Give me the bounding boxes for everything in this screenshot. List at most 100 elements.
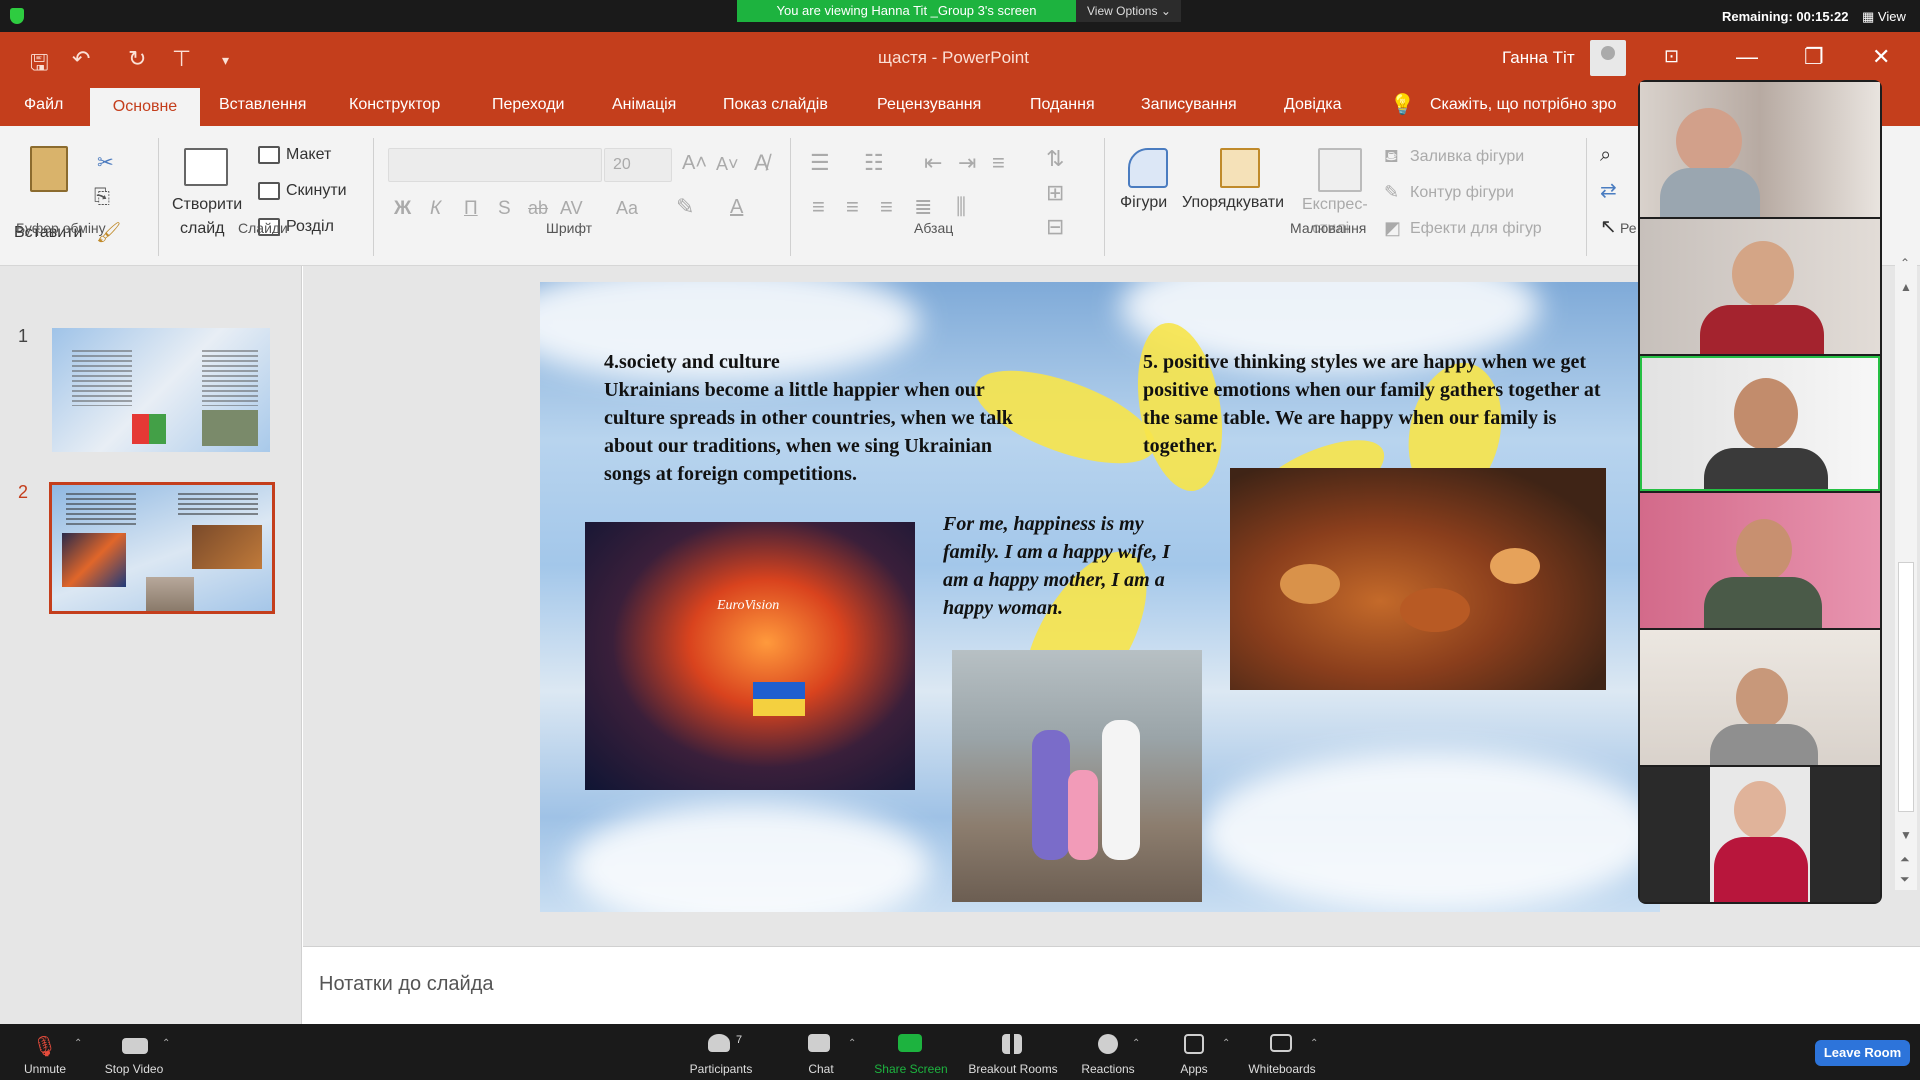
tab-design[interactable]: Конструктор — [349, 96, 440, 114]
tab-view[interactable]: Подання — [1030, 96, 1095, 114]
tab-review[interactable]: Рецензування — [877, 96, 981, 114]
tab-help[interactable]: Довідка — [1284, 96, 1342, 114]
font-family-dropdown[interactable] — [388, 148, 602, 182]
tab-animations[interactable]: Анімація — [612, 96, 676, 114]
quick-styles-label-1[interactable]: Експрес- — [1302, 196, 1368, 214]
new-slide-label-1[interactable]: Створити — [172, 196, 242, 214]
font-color-icon[interactable]: A — [730, 196, 743, 219]
participant-video[interactable] — [1640, 493, 1880, 628]
increase-indent-icon[interactable]: ⇥ — [958, 150, 976, 176]
save-icon[interactable]: 🖫 — [30, 46, 49, 84]
participant-video[interactable] — [1640, 82, 1880, 217]
char-spacing-button[interactable]: AV — [560, 198, 583, 219]
user-name[interactable]: Ганна Тіт — [1502, 48, 1575, 68]
reactions-icon[interactable] — [1098, 1034, 1118, 1054]
section-button[interactable]: Розділ — [286, 218, 334, 236]
fill-icon[interactable]: ⛾ — [1384, 146, 1399, 170]
chevron-up-icon[interactable]: ⌃ — [1132, 1038, 1140, 1049]
previous-slide-icon[interactable]: ⏶ — [1900, 852, 1910, 867]
outline-icon[interactable]: ✎ — [1384, 182, 1399, 203]
view-button[interactable]: ▦ View — [1862, 9, 1906, 25]
chevron-up-icon[interactable]: ⌃ — [848, 1038, 856, 1049]
select-icon[interactable]: ↖ — [1600, 214, 1617, 239]
chevron-up-icon[interactable]: ⌃ — [1222, 1038, 1230, 1049]
clear-format-icon[interactable]: A̸ — [754, 150, 769, 176]
share-screen-button[interactable]: Share Screen — [856, 1062, 966, 1076]
strikethrough-button[interactable]: ab — [528, 198, 548, 219]
tab-transitions[interactable]: Переходи — [492, 96, 564, 114]
tab-insert[interactable]: Вставлення — [219, 96, 306, 114]
chevron-up-icon[interactable]: ⌃ — [74, 1038, 82, 1049]
arrange-icon[interactable] — [1220, 148, 1260, 188]
close-icon[interactable]: ✕ — [1872, 44, 1890, 70]
undo-icon[interactable]: ↶ — [72, 46, 90, 72]
apps-icon[interactable] — [1184, 1034, 1204, 1054]
vertical-scrollbar[interactable]: ⌃ ▲ ▼ ⏶ ⏷ — [1895, 250, 1917, 890]
shape-fill-button[interactable]: Заливка фігури — [1410, 148, 1524, 166]
text-direction-icon[interactable]: ⇅ — [1046, 146, 1064, 172]
present-icon[interactable]: ⊤ — [172, 46, 191, 72]
new-slide-icon[interactable] — [184, 148, 228, 186]
left-text-block[interactable]: 4.society and culture Ukrainians become … — [604, 348, 1024, 488]
columns-icon[interactable]: ⫼ — [956, 194, 966, 220]
quote-text-block[interactable]: For me, happiness is my family. I am a h… — [943, 510, 1173, 622]
justify-icon[interactable]: ≣ — [914, 194, 932, 220]
underline-button[interactable]: П — [464, 198, 478, 220]
find-icon[interactable]: ⌕ — [1600, 144, 1611, 167]
bold-button[interactable]: Ж — [394, 198, 411, 220]
restore-icon[interactable]: ❐ — [1804, 44, 1824, 70]
chevron-up-icon[interactable]: ⌃ — [162, 1038, 170, 1049]
microphone-muted-icon[interactable]: 🎙 — [32, 1034, 58, 1058]
reset-button[interactable]: Скинути — [286, 182, 347, 200]
replace-icon[interactable]: ⇄ — [1600, 178, 1617, 203]
view-options-button[interactable]: View Options ⌄ — [1076, 0, 1181, 22]
align-left-icon[interactable]: ≡ — [812, 194, 825, 220]
shapes-button[interactable]: Фігури — [1120, 194, 1167, 212]
participant-video[interactable] — [1640, 767, 1880, 902]
participants-button[interactable]: Participants — [666, 1062, 776, 1076]
breakout-rooms-button[interactable]: Breakout Rooms — [958, 1062, 1068, 1076]
align-text-icon[interactable]: ⊞ — [1046, 180, 1064, 206]
tab-file[interactable]: Файл — [24, 96, 63, 114]
effects-icon[interactable]: ◩ — [1384, 218, 1401, 239]
chevron-up-icon[interactable]: ⌃ — [1900, 256, 1910, 270]
whiteboards-icon[interactable] — [1270, 1034, 1292, 1052]
avatar[interactable] — [1590, 40, 1626, 76]
next-slide-icon[interactable]: ⏷ — [1900, 872, 1910, 887]
paste-icon[interactable] — [30, 146, 68, 192]
scroll-up-icon[interactable]: ▲ — [1900, 280, 1912, 294]
align-center-icon[interactable]: ≡ — [846, 194, 859, 220]
italic-button[interactable]: К — [430, 198, 441, 220]
participant-video[interactable] — [1640, 219, 1880, 354]
chevron-up-icon[interactable]: ⌃ — [1310, 1038, 1318, 1049]
tell-me-search[interactable]: Скажіть, що потрібно зро — [1430, 96, 1635, 114]
ribbon-display-icon[interactable]: ⊡ — [1664, 46, 1679, 67]
decrease-indent-icon[interactable]: ⇤ — [924, 150, 942, 176]
stop-video-button[interactable]: Stop Video — [79, 1062, 189, 1076]
whiteboards-button[interactable]: Whiteboards — [1227, 1062, 1337, 1076]
grow-font-icon[interactable]: A˄ — [682, 152, 707, 175]
participant-video[interactable] — [1640, 630, 1880, 765]
breakout-rooms-icon[interactable] — [1002, 1034, 1022, 1054]
shadow-button[interactable]: S — [498, 198, 511, 220]
shrink-font-icon[interactable]: A˅ — [716, 154, 739, 175]
line-spacing-icon[interactable]: ≡ — [992, 150, 1005, 176]
arrange-button[interactable]: Упорядкувати — [1182, 194, 1284, 212]
tab-home[interactable]: Основне — [90, 88, 200, 126]
align-right-icon[interactable]: ≡ — [880, 194, 893, 220]
copy-icon[interactable]: ⎘ — [94, 186, 110, 209]
bullets-icon[interactable]: ☰ — [810, 150, 830, 176]
smartart-icon[interactable]: ⊟ — [1046, 214, 1064, 240]
share-screen-icon[interactable] — [898, 1034, 922, 1052]
scroll-down-icon[interactable]: ▼ — [1900, 828, 1912, 842]
active-speaker-video[interactable] — [1640, 356, 1880, 491]
shapes-icon[interactable] — [1128, 148, 1168, 188]
video-camera-icon[interactable] — [122, 1038, 148, 1054]
font-size-dropdown[interactable]: 20 — [604, 148, 672, 182]
right-text-block[interactable]: 5. positive thinking styles we are happy… — [1143, 348, 1613, 460]
shape-effects-button[interactable]: Ефекти для фігур — [1410, 220, 1542, 238]
numbering-icon[interactable]: ☷ — [864, 150, 884, 176]
highlight-icon[interactable]: ✎ — [676, 194, 694, 220]
scroll-thumb[interactable] — [1898, 562, 1914, 812]
participants-icon[interactable] — [708, 1034, 730, 1052]
